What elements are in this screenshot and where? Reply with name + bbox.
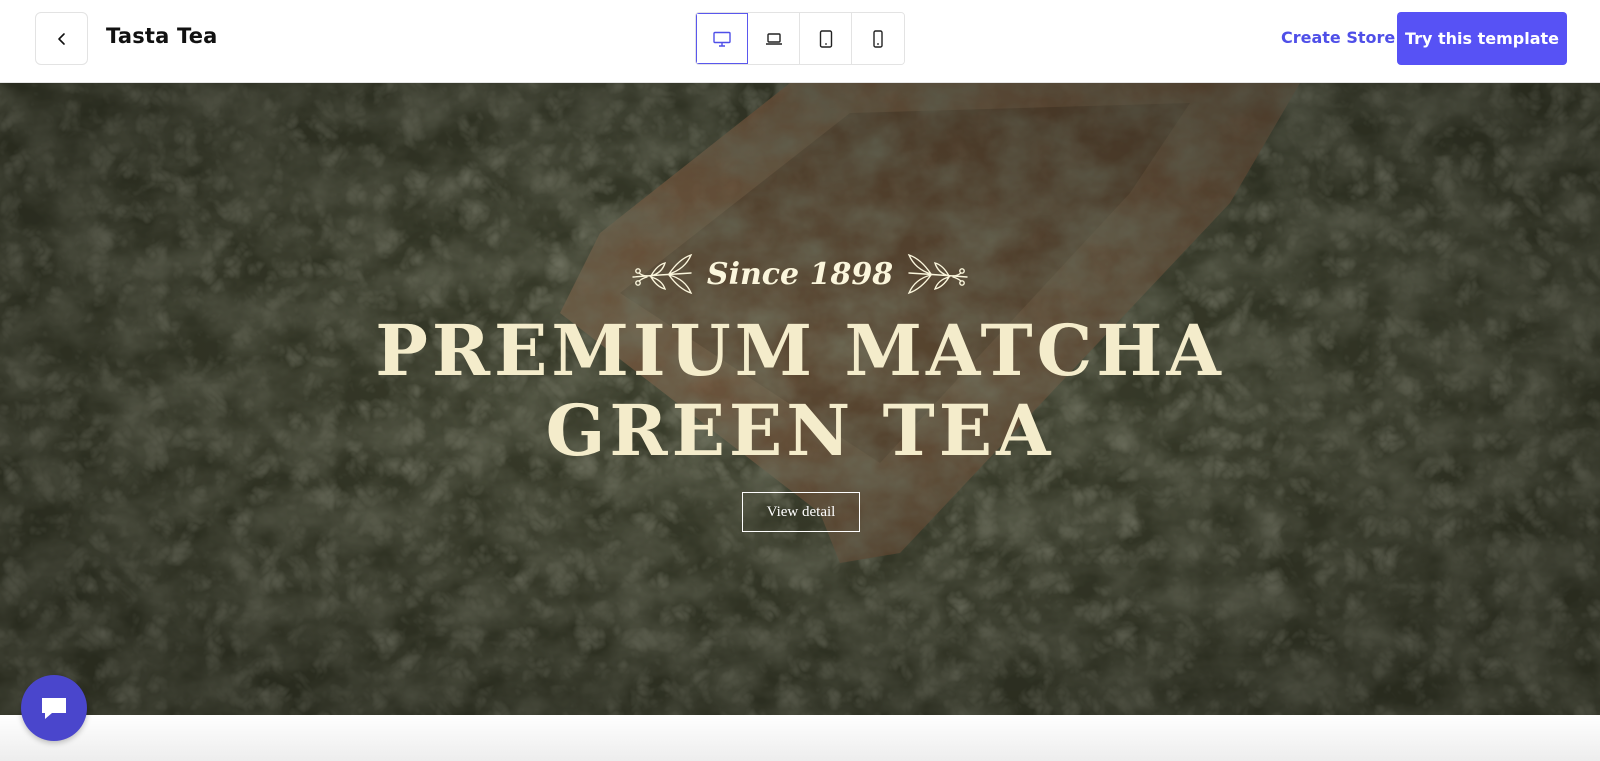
device-tablet-button[interactable] (800, 13, 852, 64)
live-chat-button[interactable] (21, 675, 87, 741)
hero-title-line-1: PREMIUM MATCHA (375, 309, 1225, 392)
preview-toolbar: Tasta Tea Create Store Try this template (0, 0, 1600, 83)
since-badge: Since 1898 (0, 249, 1600, 299)
tablet-icon (819, 29, 832, 48)
mobile-icon (873, 29, 883, 48)
laptop-icon (765, 32, 782, 45)
chevron-left-icon (57, 32, 65, 45)
back-button[interactable] (35, 12, 88, 65)
view-detail-button[interactable]: View detail (742, 492, 860, 532)
hero-title: PREMIUM MATCHA GREEN TEA (0, 311, 1600, 471)
desktop-icon (712, 31, 731, 47)
create-store-link[interactable]: Create Store (1281, 28, 1395, 47)
device-desktop-button[interactable] (696, 13, 748, 64)
leaf-ornament-right-icon (907, 253, 968, 295)
device-laptop-button[interactable] (748, 13, 800, 64)
device-mobile-button[interactable] (852, 13, 904, 64)
leaf-ornament-left-icon (632, 253, 693, 295)
next-section-edge (0, 715, 1600, 761)
store-title: Tasta Tea (106, 24, 218, 48)
chat-bubble-icon (42, 698, 66, 719)
hero-banner: Since 1898 PREMIUM MATCHA GREEN TEA View… (0, 83, 1600, 715)
since-text: Since 1898 (706, 256, 894, 292)
try-template-button[interactable]: Try this template (1397, 12, 1567, 65)
hero-title-line-2: GREEN TEA (545, 389, 1055, 472)
device-switcher (695, 12, 905, 65)
